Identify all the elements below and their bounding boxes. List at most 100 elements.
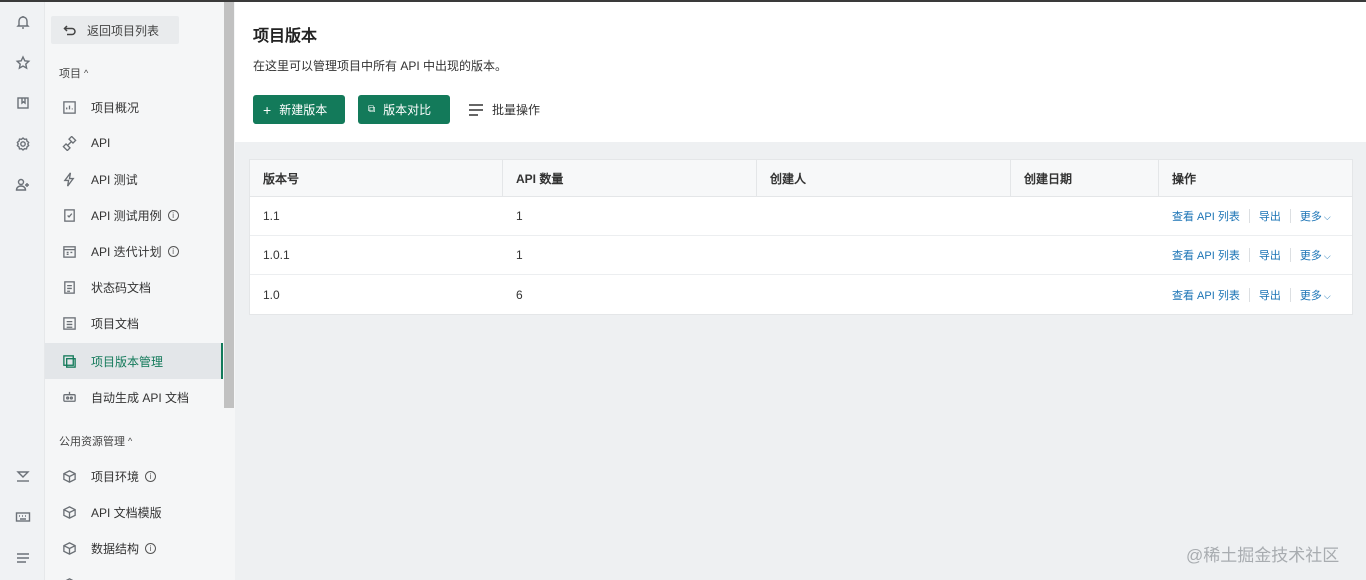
- lightning-icon: [63, 172, 75, 186]
- gear-icon[interactable]: [12, 133, 34, 155]
- new-version-button[interactable]: + 新建版本: [253, 95, 345, 124]
- info-icon[interactable]: i: [167, 209, 179, 221]
- info-icon[interactable]: i: [145, 542, 157, 554]
- sidebar-item-auto-generate-docs[interactable]: 自动生成 API 文档: [45, 379, 223, 415]
- robot-icon: [63, 391, 76, 402]
- export-link[interactable]: 导出: [1259, 208, 1281, 224]
- divider: [1248, 287, 1250, 302]
- sidebar-item-api[interactable]: API: [45, 125, 223, 161]
- link-icon: [62, 135, 77, 151]
- more-dropdown[interactable]: 更多 ⌵: [1300, 287, 1331, 303]
- column-header-version: 版本号: [250, 160, 503, 196]
- group-title-shared-resources[interactable]: 公用资源管理 ^: [59, 433, 132, 449]
- sidebar-item-environments[interactable]: 项目环境 i: [45, 458, 223, 494]
- cube-icon: [64, 577, 75, 580]
- sidebar-item-api-test-cases[interactable]: API 测试用例 i: [45, 197, 223, 233]
- bell-icon[interactable]: [12, 11, 34, 33]
- more-dropdown[interactable]: 更多 ⌵: [1300, 208, 1331, 224]
- more-label: 更多: [1299, 289, 1322, 302]
- chevron-down-icon: ⌵: [1323, 212, 1331, 222]
- version-cell: 1.0.1: [263, 248, 290, 262]
- sidebar-item-label: 项目文档: [91, 316, 140, 331]
- back-label: 返回项目列表: [87, 23, 160, 38]
- sidebar-item-api-test[interactable]: API 测试: [45, 161, 223, 197]
- cube-icon: [63, 469, 76, 483]
- sidebar-item-label: API 测试用例: [91, 208, 162, 223]
- icon-rail: [0, 2, 45, 580]
- menu-icon[interactable]: [12, 547, 34, 569]
- sidebar-item-project-docs[interactable]: 项目文档: [45, 305, 223, 341]
- project-sidebar: 返回项目列表 项目 ^ 项目概况 API API 测试 API 测试用例 i AP…: [45, 2, 235, 580]
- compare-versions-button[interactable]: ⧉ 版本对比: [358, 95, 450, 124]
- document-icon: [64, 280, 75, 294]
- sidebar-item-data-structures[interactable]: 数据结构 i: [45, 530, 223, 566]
- column-header-creator: 创建人: [757, 160, 1011, 196]
- api-count-cell: 1: [516, 248, 523, 262]
- sidebar-item-label: 项目概况: [91, 100, 140, 115]
- batch-label: 批量操作: [492, 103, 541, 117]
- sidebar-item-status-codes[interactable]: 状态码文档: [45, 269, 223, 305]
- cube-icon: [63, 541, 76, 555]
- creator-cell: [757, 197, 1011, 235]
- table-row: 1.0 6 查看 API 列表 导出 更多 ⌵: [250, 275, 1352, 314]
- more-dropdown[interactable]: 更多 ⌵: [1300, 247, 1331, 263]
- sidebar-item-label: 状态码文档: [91, 280, 152, 295]
- bookmark-icon[interactable]: [12, 92, 34, 114]
- export-link[interactable]: 导出: [1259, 287, 1281, 303]
- export-link[interactable]: 导出: [1259, 247, 1281, 263]
- info-icon[interactable]: i: [167, 245, 179, 257]
- add-user-icon[interactable]: [12, 174, 34, 196]
- column-header-api-count: API 数量: [503, 160, 757, 196]
- overview-icon: [63, 100, 76, 114]
- group-title-label: 项目: [59, 68, 81, 80]
- doc-list-icon: [63, 316, 76, 330]
- sidebar-item-api-iteration[interactable]: API 迭代计划 i: [45, 233, 223, 269]
- sidebar-item-doc-templates[interactable]: API 文档模版: [45, 494, 223, 530]
- actions-cell: 查看 API 列表 导出 更多 ⌵: [1159, 197, 1352, 235]
- keyboard-icon[interactable]: [12, 506, 34, 528]
- back-to-project-list-button[interactable]: 返回项目列表: [51, 16, 179, 44]
- collapse-down-icon[interactable]: [12, 465, 34, 487]
- divider: [1248, 209, 1250, 223]
- sidebar-item-label: API: [91, 136, 111, 150]
- creator-cell: [757, 236, 1011, 274]
- column-header-actions: 操作: [1172, 171, 1197, 186]
- sidebar-item-label: 项目环境: [91, 469, 140, 484]
- star-icon[interactable]: [12, 52, 34, 74]
- divider: [1289, 287, 1291, 302]
- calendar-icon: [63, 245, 76, 258]
- view-api-list-link[interactable]: 查看 API 列表: [1172, 208, 1240, 224]
- page-title: 项目版本: [253, 28, 318, 45]
- divider: [1248, 248, 1250, 262]
- plus-icon: +: [263, 101, 272, 118]
- watermark: @稀土掘金技术社区: [1186, 546, 1340, 565]
- copy-icon: ⧉: [368, 104, 376, 115]
- table-row: 1.1 1 查看 API 列表 导出 更多 ⌵: [250, 197, 1352, 236]
- view-api-list-link[interactable]: 查看 API 列表: [1172, 247, 1240, 263]
- group-title-label: 公用资源管理: [59, 436, 125, 448]
- table-row: 1.0.1 1 查看 API 列表 导出 更多 ⌵: [250, 236, 1352, 275]
- sidebar-item-label: API 迭代计划: [91, 244, 162, 259]
- cube-icon: [63, 505, 76, 519]
- api-count-cell: 1: [516, 209, 523, 223]
- version-cell: 1.1: [263, 209, 280, 223]
- divider: [1289, 248, 1291, 262]
- actions-cell: 查看 API 列表 导出 更多 ⌵: [1159, 275, 1352, 314]
- date-cell: [1011, 236, 1159, 274]
- date-cell: [1011, 275, 1159, 314]
- group-title-project[interactable]: 项目 ^: [59, 65, 88, 81]
- sidebar-item-label: API 测试: [91, 172, 138, 187]
- view-api-list-link[interactable]: 查看 API 列表: [1172, 287, 1240, 303]
- creator-cell: [757, 275, 1011, 314]
- info-icon[interactable]: i: [145, 470, 157, 482]
- sidebar-item-overview[interactable]: 项目概况: [45, 89, 223, 125]
- sidebar-scrollbar[interactable]: [224, 2, 234, 408]
- version-table: 版本号 API 数量 创建人 创建日期 操作 1.1 1 查看 API 列表 导…: [249, 159, 1353, 315]
- divider: [1289, 209, 1291, 223]
- compare-label: 版本对比: [383, 103, 432, 117]
- api-count-cell: 6: [516, 287, 523, 302]
- sidebar-item-version-management[interactable]: 项目版本管理: [45, 343, 223, 379]
- batch-operation-button[interactable]: 批量操作: [468, 95, 540, 124]
- sidebar-item-partial[interactable]: [45, 566, 223, 580]
- checklist-icon: [64, 208, 75, 222]
